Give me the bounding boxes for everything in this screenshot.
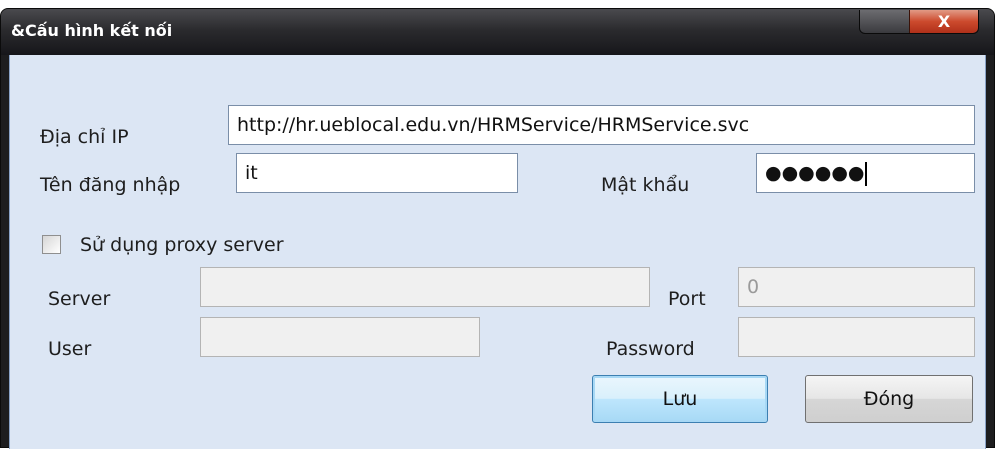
window-title: &Cấu hình kết nối [11,21,173,40]
proxy-user-input[interactable] [200,317,480,357]
title-bar[interactable]: &Cấu hình kết nối X [1,9,994,55]
proxy-password-input[interactable] [738,317,975,357]
proxy-user-label: User [48,338,92,360]
proxy-port-label: Port [668,288,706,310]
username-label: Tên đăng nhập [40,174,181,196]
password-label: Mật khẩu [601,174,690,196]
use-proxy-label[interactable]: Sử dụng proxy server [80,233,284,257]
proxy-password-label: Password [606,338,695,360]
password-input[interactable]: ●●●●●● [756,153,975,193]
username-input[interactable]: it [236,153,518,193]
ip-address-input[interactable]: http://hr.ueblocal.edu.vn/HRMService/HRM… [228,105,975,145]
proxy-server-label: Server [48,288,111,310]
ip-address-label: Địa chỉ IP [40,126,129,148]
window-controls: X [859,10,979,34]
proxy-port-input[interactable]: 0 [738,267,975,307]
dialog-body: Địa chỉ IP http://hr.ueblocal.edu.vn/HRM… [9,55,986,449]
text-cursor [865,161,868,186]
close-dialog-button[interactable]: Đóng [805,375,973,423]
password-mask: ●●●●●● [765,162,865,184]
background-strip [0,0,995,8]
connection-config-dialog: &Cấu hình kết nối X Địa chỉ IP http://hr… [0,8,995,449]
proxy-server-input[interactable] [200,267,650,307]
close-icon: X [937,11,951,31]
use-proxy-checkbox[interactable] [42,235,61,254]
close-button[interactable]: X [909,10,978,33]
save-button[interactable]: Lưu [592,375,768,423]
